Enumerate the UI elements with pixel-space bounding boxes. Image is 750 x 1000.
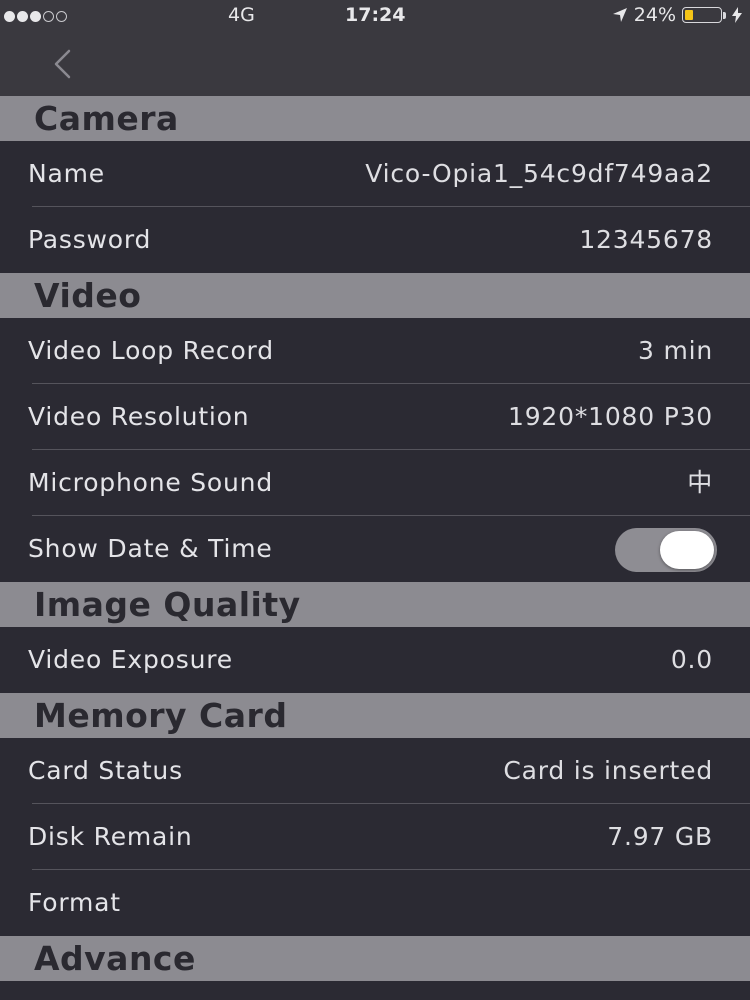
row-label: Show Date & Time xyxy=(28,534,273,563)
show-date-time-toggle[interactable] xyxy=(615,528,717,572)
row-label: Format xyxy=(28,888,121,917)
row-value: Card is inserted xyxy=(503,756,713,785)
settings-row-show-date-time[interactable]: Show Date & Time xyxy=(0,516,750,582)
row-label: Video Exposure xyxy=(28,645,233,674)
location-arrow-icon xyxy=(612,8,627,22)
status-right: 24% xyxy=(612,4,742,26)
settings-row-format[interactable]: Format xyxy=(0,870,750,936)
row-label: Name xyxy=(28,159,105,188)
signal-dot xyxy=(43,10,54,22)
signal-dot xyxy=(17,10,28,22)
section-header-image-quality: Image Quality xyxy=(0,582,750,627)
battery-icon xyxy=(682,7,722,23)
row-label: Password xyxy=(28,225,152,254)
settings-row-disk-remain[interactable]: Disk Remain 7.97 GB xyxy=(0,804,750,870)
row-label: Microphone Sound xyxy=(28,468,273,497)
row-value: 3 min xyxy=(638,336,713,365)
settings-list: Camera Name Vico-Opia1_54c9df749aa2 Passwor… xyxy=(0,96,750,981)
status-bar: 4G 17:24 24% xyxy=(0,0,750,32)
row-value: 0.0 xyxy=(670,645,713,674)
signal-dot xyxy=(56,10,67,22)
signal-strength-icon xyxy=(4,9,67,23)
charging-bolt-icon xyxy=(732,7,742,23)
battery-level-fill xyxy=(685,10,693,20)
row-value: 中 xyxy=(687,468,713,497)
settings-row-video-resolution[interactable]: Video Resolution 1920*1080 P30 xyxy=(0,384,750,450)
settings-row-microphone-sound[interactable]: Microphone Sound 中 xyxy=(0,450,750,516)
section-header-memory-card: Memory Card xyxy=(0,693,750,738)
battery-percent: 24% xyxy=(633,4,676,26)
toggle-knob xyxy=(660,531,714,569)
row-value: 1920*1080 P30 xyxy=(508,402,713,431)
section-header-camera: Camera xyxy=(0,96,750,141)
back-button[interactable] xyxy=(38,44,86,84)
row-label: Card Status xyxy=(28,756,183,785)
row-label: Video Resolution xyxy=(28,402,250,431)
row-value: 12345678 xyxy=(579,225,713,254)
signal-dot xyxy=(30,10,41,22)
settings-row-video-exposure[interactable]: Video Exposure 0.0 xyxy=(0,627,750,693)
row-label: Disk Remain xyxy=(28,822,193,851)
settings-row-card-status[interactable]: Card Status Card is inserted xyxy=(0,738,750,804)
settings-row-password[interactable]: Password 12345678 xyxy=(0,207,750,273)
battery-cap xyxy=(723,11,726,19)
settings-row-video-loop-record[interactable]: Video Loop Record 3 min xyxy=(0,318,750,384)
section-header-video: Video xyxy=(0,273,750,318)
settings-row-name[interactable]: Name Vico-Opia1_54c9df749aa2 xyxy=(0,141,750,207)
row-label: Video Loop Record xyxy=(28,336,274,365)
row-value: Vico-Opia1_54c9df749aa2 xyxy=(365,159,713,188)
clock: 17:24 xyxy=(345,4,406,26)
navigation-bar xyxy=(0,32,750,96)
row-value: 7.97 GB xyxy=(607,822,713,851)
chevron-left-icon xyxy=(54,49,71,79)
section-header-advance: Advance xyxy=(0,936,750,981)
carrier-label: 4G xyxy=(228,4,255,26)
signal-dot xyxy=(4,10,15,22)
